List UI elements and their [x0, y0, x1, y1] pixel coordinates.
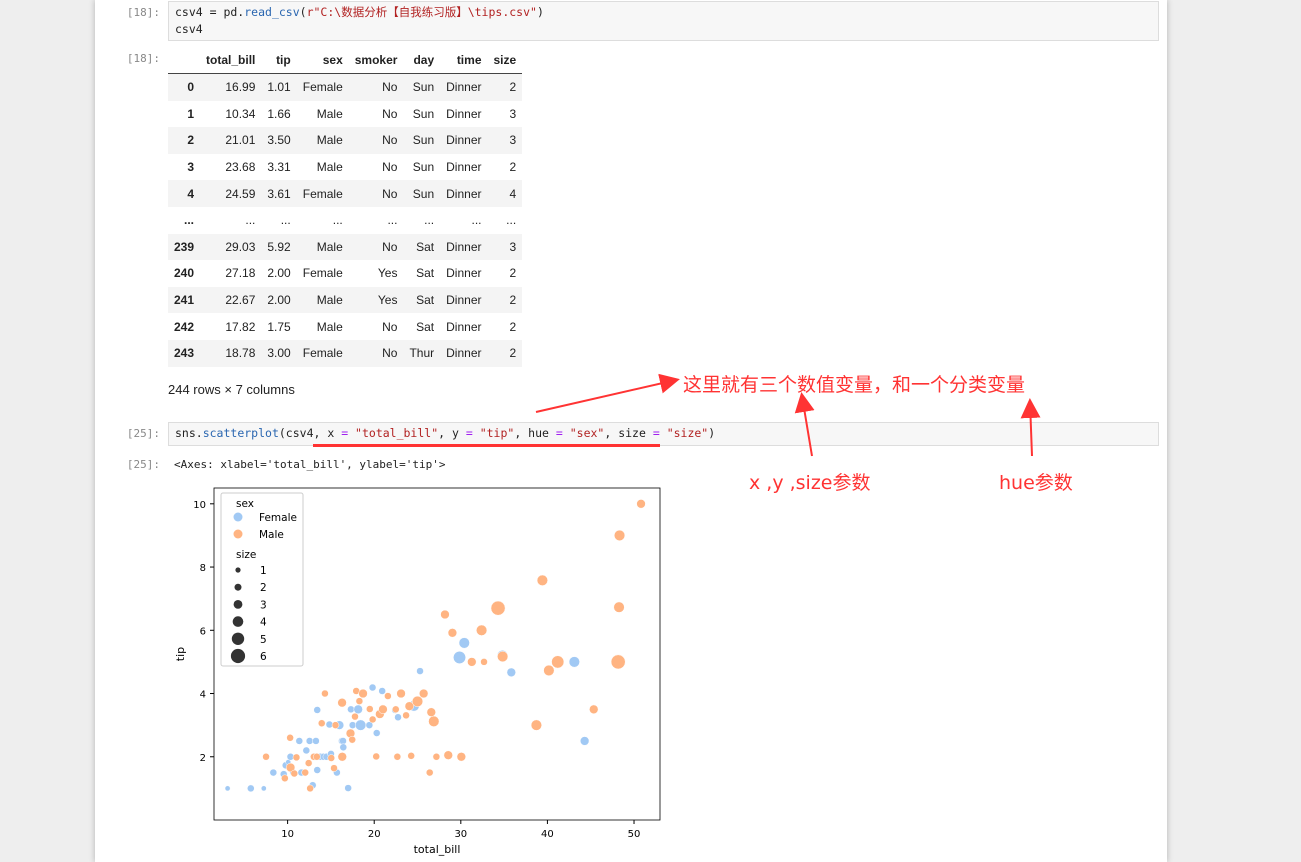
arrow-hue	[1020, 398, 1041, 457]
annotation-xysize: x ,y ,size参数	[749, 472, 871, 494]
annotation-arrows	[535, 373, 1041, 457]
arrow-to-note	[535, 373, 680, 413]
annotation-hue: hue参数	[999, 472, 1073, 494]
annotation-main: 这里就有三个数值变量，和一个分类变量	[683, 374, 1026, 396]
arrow-xysize	[794, 392, 815, 457]
